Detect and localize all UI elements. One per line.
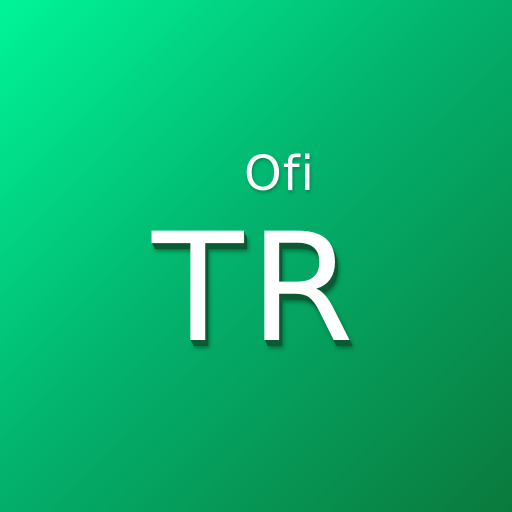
app-icon-subtitle: Ofi	[244, 146, 316, 202]
app-icon-title: TR	[152, 202, 360, 376]
app-icon: Ofi TR	[0, 0, 512, 512]
